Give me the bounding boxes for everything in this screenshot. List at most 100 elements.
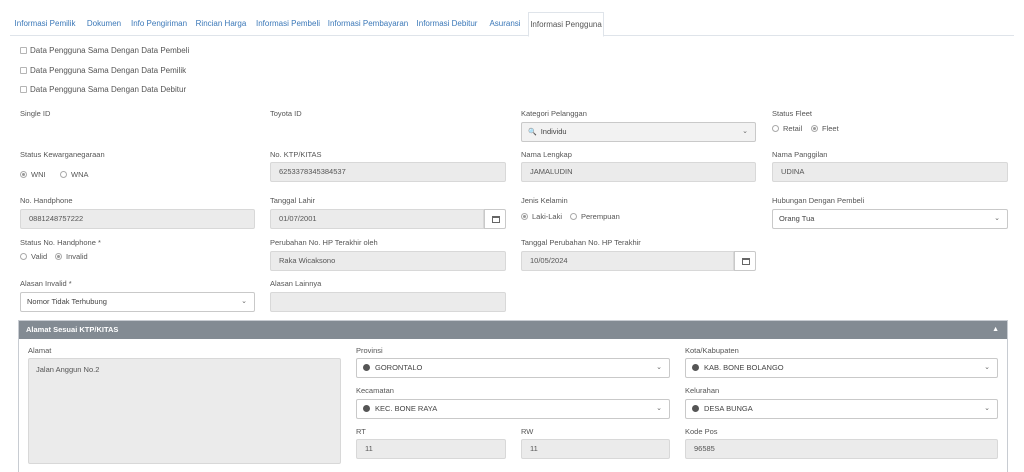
nama-lengkap-label: Nama Lengkap [521,150,572,159]
radio-label: Valid [31,252,48,261]
kecamatan-select[interactable]: KEC. BONE RAYA ⌄ [356,399,670,419]
radio-perempuan[interactable]: Perempuan [570,212,620,222]
checkbox-label: Data Pengguna Sama Dengan Data Pemilik [30,66,187,75]
radio-label: Invalid [66,252,88,261]
checkbox-box[interactable] [20,47,27,54]
hubungan-select[interactable]: Orang Tua ⌄ [772,209,1008,229]
alasan-invalid-label: Alasan Invalid * [20,279,72,288]
calendar-icon[interactable] [484,209,506,229]
globe-icon [363,405,370,412]
radio-invalid[interactable]: Invalid [55,252,88,262]
checkbox-box[interactable] [20,67,27,74]
radio-circle[interactable] [20,171,27,178]
kota-select[interactable]: KAB. BONE BOLANGO ⌄ [685,358,998,378]
chevron-down-icon: ⌄ [656,405,662,412]
checkbox-sama-pemilik[interactable]: Data Pengguna Sama Dengan Data Pemilik [20,66,186,76]
toyota-id-label: Toyota ID [270,109,302,118]
alasan-lainnya-label: Alasan Lainnya [270,279,322,288]
kecamatan-label: Kecamatan [356,386,394,395]
alamat-label: Alamat [28,346,52,355]
chevron-down-icon: ⌄ [994,215,1000,222]
radio-circle[interactable] [20,253,27,260]
tab-informasi-debitur[interactable]: Informasi Debitur [413,12,481,36]
kode-pos-label: Kode Pos [685,427,718,436]
kategori-label: Kategori Pelanggan [521,109,587,118]
radio-fleet[interactable]: Fleet [811,124,839,134]
chevron-down-icon: ⌄ [241,298,247,305]
alamat-textarea[interactable]: Jalan Anggun No.2 [28,358,341,464]
radio-circle[interactable] [772,125,779,132]
radio-label: Fleet [822,124,839,133]
radio-label: WNA [71,170,89,179]
kategori-value: Individu [540,127,567,136]
hubungan-value: Orang Tua [779,214,815,223]
tab-dokumen[interactable]: Dokumen [82,12,126,36]
tab-info-pengiriman[interactable]: Info Pengiriman [128,12,190,36]
alasan-invalid-select[interactable]: Nomor Tidak Terhubung ⌄ [20,292,255,312]
kelurahan-select[interactable]: DESA BUNGA ⌄ [685,399,998,419]
alamat-panel-title: Alamat Sesuai KTP/KITAS [26,325,119,334]
tab-informasi-pengguna[interactable]: Informasi Pengguna [528,12,604,37]
search-icon: 🔍 [528,129,537,136]
chevron-up-icon[interactable]: ▲ [992,321,999,339]
globe-icon [692,405,699,412]
handphone-field[interactable]: 0881248757222 [20,209,255,229]
tab-informasi-pemilik[interactable]: Informasi Pemilik [10,12,80,36]
rt-field[interactable]: 11 [356,439,506,459]
radio-wna[interactable]: WNA [60,170,89,180]
status-fleet-label: Status Fleet [772,109,813,118]
checkbox-label: Data Pengguna Sama Dengan Data Pembeli [30,46,190,55]
ktp-label: No. KTP/KITAS [270,150,322,159]
globe-icon [363,364,370,371]
radio-wni[interactable]: WNI [20,170,46,180]
radio-circle[interactable] [570,213,577,220]
kota-value: KAB. BONE BOLANGO [704,363,784,372]
chevron-down-icon: ⌄ [656,364,662,371]
nama-panggilan-field[interactable]: UDINA [772,162,1008,182]
kota-label: Kota/Kabupaten [685,346,739,355]
checkbox-box[interactable] [20,86,27,93]
rw-field[interactable]: 11 [521,439,670,459]
nama-panggilan-label: Nama Panggilan [772,150,828,159]
kode-pos-field[interactable]: 96585 [685,439,998,459]
tanggal-perubahan-field[interactable]: 10/05/2024 [521,251,734,271]
rt-label: RT [356,427,366,436]
ktp-field[interactable]: 6253378345384537 [270,162,506,182]
alasan-lainnya-field[interactable] [270,292,506,312]
provinsi-label: Provinsi [356,346,383,355]
jenis-kelamin-label: Jenis Kelamin [521,196,568,205]
provinsi-select[interactable]: GORONTALO ⌄ [356,358,670,378]
tab-informasi-pembayaran[interactable]: Informasi Pembayaran [326,12,410,36]
tab-informasi-pembeli[interactable]: Informasi Pembeli [253,12,323,36]
alamat-panel-header[interactable]: Alamat Sesuai KTP/KITAS ▲ [19,321,1007,339]
checkbox-sama-debitur[interactable]: Data Pengguna Sama Dengan Data Debitur [20,85,186,95]
radio-laki-laki[interactable]: Laki-Laki [521,212,562,222]
kategori-select[interactable]: 🔍 Individu ⌄ [521,122,756,142]
radio-valid[interactable]: Valid [20,252,47,262]
checkbox-sama-pembeli[interactable]: Data Pengguna Sama Dengan Data Pembeli [20,46,189,56]
radio-circle[interactable] [811,125,818,132]
perubahan-oleh-label: Perubahan No. HP Terakhir oleh [270,238,378,247]
tab-bar: Informasi Pemilik Dokumen Info Pengirima… [10,12,1014,37]
radio-circle[interactable] [60,171,67,178]
tab-asuransi[interactable]: Asuransi [485,12,525,36]
kelurahan-value: DESA BUNGA [704,404,753,413]
radio-retail[interactable]: Retail [772,124,802,134]
chevron-down-icon: ⌄ [984,405,990,412]
chevron-down-icon: ⌄ [984,364,990,371]
kecamatan-value: KEC. BONE RAYA [375,404,438,413]
perubahan-oleh-field[interactable]: Raka Wicaksono [270,251,506,271]
tab-rincian-harga[interactable]: Rincian Harga [193,12,249,36]
calendar-icon[interactable] [734,251,756,271]
radio-circle[interactable] [521,213,528,220]
radio-label: Perempuan [581,212,620,221]
rw-label: RW [521,427,534,436]
globe-icon [692,364,699,371]
tanggal-lahir-field[interactable]: 01/07/2001 [270,209,484,229]
hubungan-label: Hubungan Dengan Pembeli [772,196,865,205]
radio-circle[interactable] [55,253,62,260]
single-id-label: Single ID [20,109,51,118]
tanggal-lahir-label: Tanggal Lahir [270,196,316,205]
nama-lengkap-field[interactable]: JAMALUDIN [521,162,756,182]
alasan-invalid-value: Nomor Tidak Terhubung [27,297,107,306]
